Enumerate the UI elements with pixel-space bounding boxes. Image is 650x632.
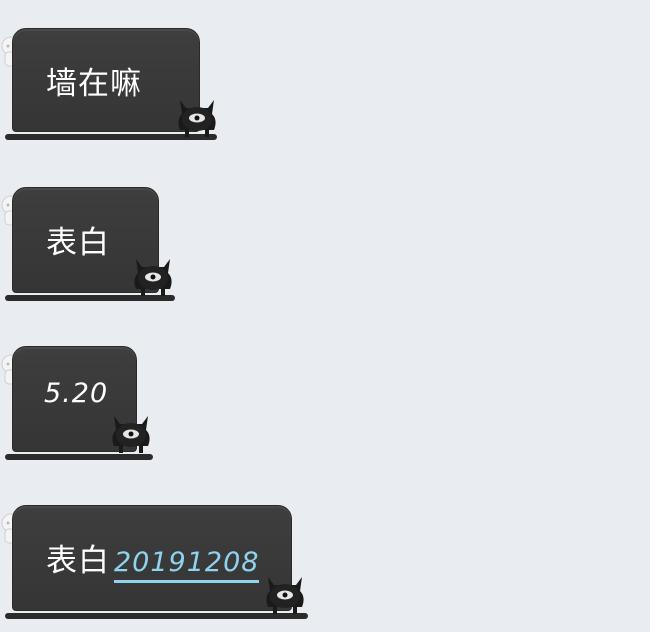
- chat-message[interactable]: 5.20: [0, 346, 170, 464]
- message-text: 5.20: [44, 378, 109, 409]
- message-text: 墙在嘛: [46, 66, 142, 102]
- chat-conversation: 墙在嘛 表白 5.20 表白 20191208: [0, 0, 650, 632]
- chat-message[interactable]: 表白: [0, 187, 190, 305]
- message-text: 表白: [46, 225, 110, 261]
- date-link[interactable]: 20191208: [114, 547, 260, 583]
- one-eyed-monster-icon: [178, 100, 216, 137]
- message-text: 表白 20191208: [46, 535, 260, 583]
- one-eyed-monster-icon: [134, 259, 172, 296]
- chat-message[interactable]: 墙在嘛: [0, 28, 230, 146]
- one-eyed-monster-icon: [266, 577, 304, 614]
- chat-message[interactable]: 表白 20191208: [0, 505, 320, 625]
- one-eyed-monster-icon: [112, 416, 150, 453]
- message-text-prefix: 表白: [46, 543, 110, 579]
